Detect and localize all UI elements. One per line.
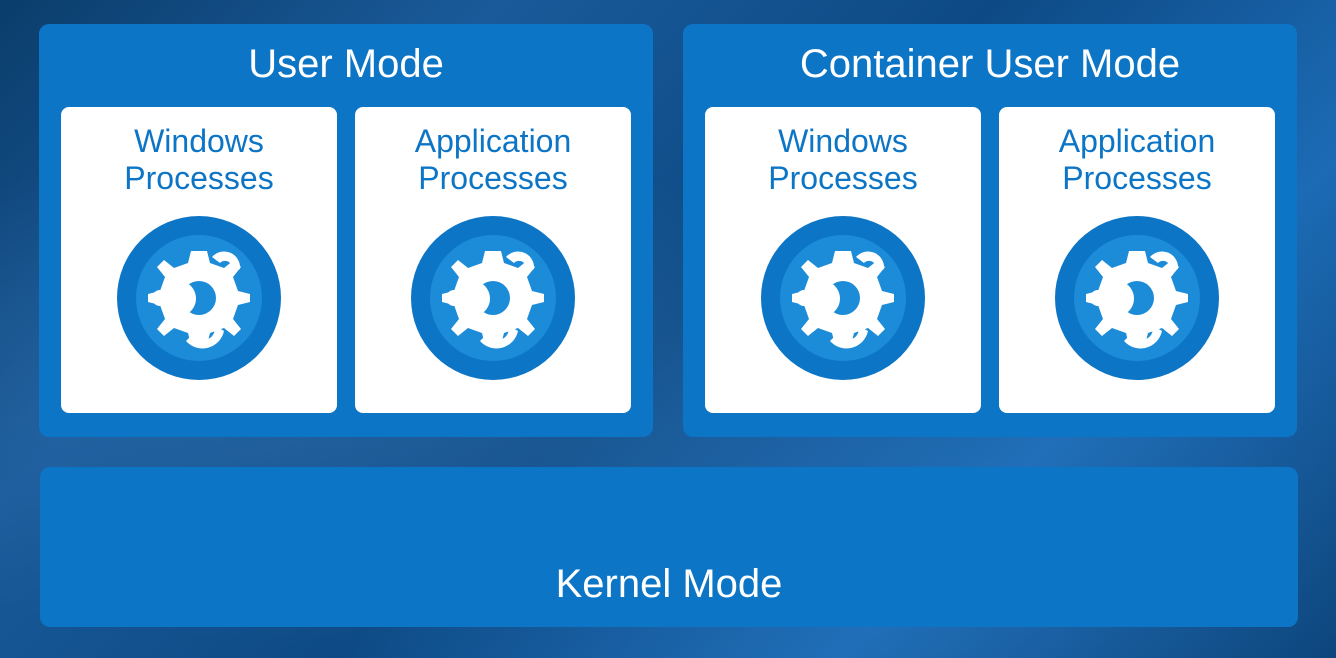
windows-processes-card: WindowsProcesses xyxy=(61,107,337,413)
container-windows-processes-card: WindowsProcesses xyxy=(705,107,981,413)
container-application-processes-label: ApplicationProcesses xyxy=(1059,123,1216,197)
top-row: User Mode WindowsProcesses ApplicationPr… xyxy=(40,24,1296,437)
application-processes-label: ApplicationProcesses xyxy=(415,123,572,197)
kernel-mode-box: Kernel Mode xyxy=(40,467,1298,627)
kernel-mode-title: Kernel Mode xyxy=(556,562,783,607)
user-mode-title: User Mode xyxy=(61,42,631,87)
gear-icon xyxy=(1052,213,1222,383)
gear-icon xyxy=(758,213,928,383)
container-user-mode-box: Container User Mode WindowsProcesses App… xyxy=(683,24,1297,437)
gear-icon xyxy=(408,213,578,383)
windows-processes-label: WindowsProcesses xyxy=(124,123,273,197)
application-processes-card: ApplicationProcesses xyxy=(355,107,631,413)
gear-icon xyxy=(114,213,284,383)
user-mode-process-row: WindowsProcesses ApplicationProcesses xyxy=(61,107,631,413)
container-application-processes-card: ApplicationProcesses xyxy=(999,107,1275,413)
container-user-mode-title: Container User Mode xyxy=(705,42,1275,87)
container-windows-processes-label: WindowsProcesses xyxy=(768,123,917,197)
container-user-mode-process-row: WindowsProcesses ApplicationProcesses xyxy=(705,107,1275,413)
user-mode-box: User Mode WindowsProcesses ApplicationPr… xyxy=(39,24,653,437)
